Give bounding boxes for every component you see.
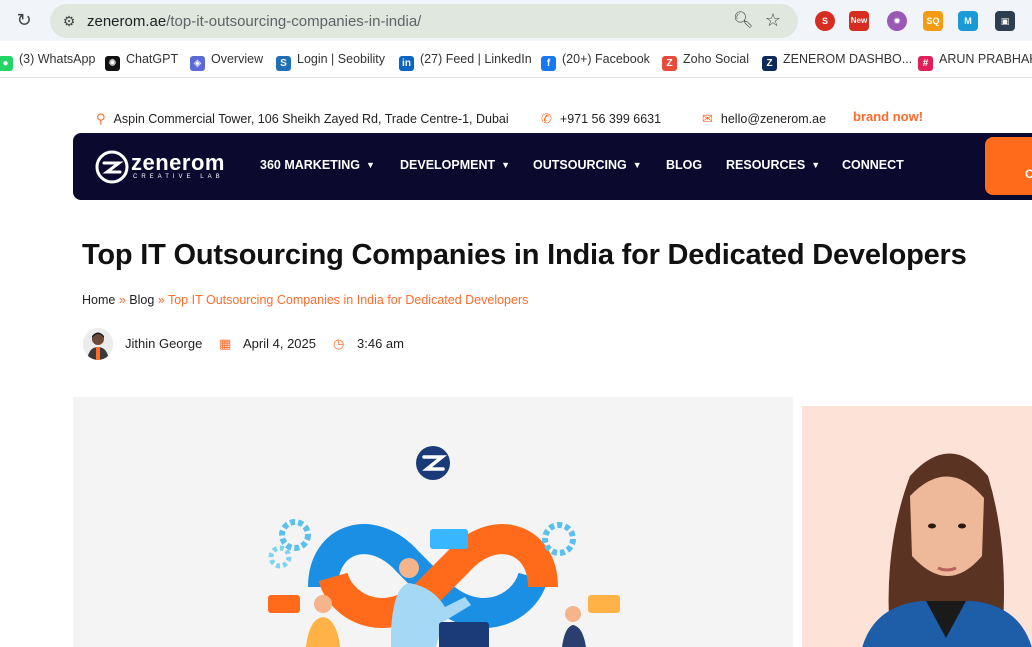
url-path: /top-it-outsourcing-companies-in-india/ <box>166 13 422 30</box>
phone-icon: ✆ <box>541 111 552 126</box>
email-text: hello@zenerom.ae <box>720 112 827 126</box>
breadcrumb-separator: » <box>157 293 165 307</box>
chevron-down-icon: ▼ <box>811 160 821 170</box>
main-navbar: zenerom CREATIVE LAB 360 MARKETING ▼ DEVE… <box>73 133 1032 200</box>
m-extension-icon[interactable]: M <box>958 11 978 31</box>
breadcrumb: Home » Blog » Top IT Outsourcing Compani… <box>82 293 528 307</box>
chatgpt-icon: ✺ <box>105 56 120 71</box>
nav-label: BLOG <box>666 158 703 172</box>
post-date: April 4, 2025 <box>243 336 316 351</box>
bookmark-label: Zoho Social <box>683 52 750 66</box>
web-page: ⚲ Aspin Commercial Tower, 106 Sheikh Zaye… <box>0 78 1032 647</box>
gear-extension-icon[interactable]: ✹ <box>887 11 907 31</box>
bookmark-label: (3) WhatsApp <box>19 52 96 66</box>
author-name[interactable]: Jithin George <box>125 336 202 351</box>
breadcrumb-blog[interactable]: Blog <box>129 293 154 307</box>
page-title: Top IT Outsourcing Companies in India fo… <box>82 239 967 271</box>
email-icon: ✉ <box>702 111 713 126</box>
nav-connect[interactable]: CONNECT <box>842 158 904 172</box>
site-settings-icon[interactable]: ⚙ <box>60 12 78 30</box>
cta-label: C <box>1025 167 1032 181</box>
featured-image <box>73 397 793 647</box>
bookmark-label: Login | Seobility <box>297 52 386 66</box>
email-info[interactable]: ✉ hello@zenerom.ae <box>702 111 826 127</box>
bookmark-label: ChatGPT <box>126 52 179 66</box>
phone-text: +971 56 399 6631 <box>559 112 662 126</box>
zenerom-icon: Z <box>762 56 777 71</box>
nav-label: DEVELOPMENT <box>400 158 496 172</box>
bookmark-item[interactable]: ● (3) WhatsApp <box>0 50 96 71</box>
url-text[interactable]: zenerom.ae/top-it-outsourcing-companies-… <box>87 13 421 30</box>
clock-icon: ◷ <box>333 336 345 351</box>
logo-text[interactable]: zenerom <box>131 150 225 176</box>
url-host: zenerom.ae <box>87 13 167 30</box>
address-bar[interactable]: ⚙ zenerom.ae/top-it-outsourcing-companie… <box>50 4 798 38</box>
sidebar-promo-image <box>802 406 1032 647</box>
phone-info[interactable]: ✆ +971 56 399 6631 <box>541 111 661 127</box>
author-avatar <box>83 328 113 360</box>
nav-360-marketing[interactable]: 360 MARKETING ▼ <box>260 158 375 172</box>
outsourcing-illustration <box>268 446 620 647</box>
breadcrumb-separator: » <box>118 293 126 307</box>
bookmark-label: (20+) Facebook <box>562 52 650 66</box>
bookmark-star-icon[interactable]: ☆ <box>763 10 783 30</box>
nav-blog[interactable]: BLOG <box>666 158 702 172</box>
address-text: Aspin Commercial Tower, 106 Sheikh Zayed… <box>113 112 509 126</box>
zoom-icon[interactable]: 🔍︎ <box>733 11 753 31</box>
calendar-icon: ▦ <box>219 336 232 351</box>
whatsapp-icon: ● <box>0 56 13 71</box>
linkedin-icon: in <box>399 56 414 71</box>
nav-resources[interactable]: RESOURCES ▼ <box>726 158 820 172</box>
nav-label: CONNECT <box>842 158 904 172</box>
new-extension-icon[interactable]: New <box>849 11 869 31</box>
overview-icon: ◈ <box>190 56 205 71</box>
facebook-icon: f <box>541 56 556 71</box>
reload-icon[interactable]: ↻ <box>14 10 34 30</box>
seobility-icon: S <box>276 56 291 71</box>
bookmark-item[interactable]: # ARUN PRABHAKA <box>918 50 1032 71</box>
zenerom-logo-icon[interactable] <box>95 150 129 184</box>
bookmark-item[interactable]: S Login | Seobility <box>276 50 386 71</box>
bookmark-item[interactable]: ✺ ChatGPT <box>105 50 179 71</box>
bookmark-label: (27) Feed | LinkedIn <box>420 52 532 66</box>
breadcrumb-current: Top IT Outsourcing Companies in India fo… <box>167 293 529 307</box>
slack-icon: # <box>918 56 933 71</box>
bookmark-label: ZENEROM DASHBO... <box>783 52 913 66</box>
puzzle-extension-icon[interactable]: ▣ <box>995 11 1015 31</box>
zenerom-logo-icon <box>416 446 450 480</box>
nav-development[interactable]: DEVELOPMENT ▼ <box>400 158 510 172</box>
seoquake-extension-icon[interactable]: SQ <box>923 11 943 31</box>
chevron-down-icon: ▼ <box>632 160 642 170</box>
seo-extension-icon[interactable]: S <box>815 11 835 31</box>
nav-label: RESOURCES <box>726 158 806 172</box>
chevron-down-icon: ▼ <box>501 160 511 170</box>
woman-portrait <box>802 406 1032 647</box>
location-pin-icon: ⚲ <box>96 111 106 126</box>
nav-label: 360 MARKETING <box>260 158 361 172</box>
bookmark-label: Overview <box>211 52 264 66</box>
bookmark-item[interactable]: f (20+) Facebook <box>541 50 650 71</box>
breadcrumb-home[interactable]: Home <box>82 293 115 307</box>
bookmark-item[interactable]: in (27) Feed | LinkedIn <box>399 50 532 71</box>
bookmark-label: ARUN PRABHAKA <box>939 52 1032 66</box>
chevron-down-icon: ▼ <box>366 160 375 170</box>
nav-label: OUTSOURCING <box>533 158 627 172</box>
cta-button[interactable]: C <box>985 137 1032 195</box>
author-avatar-image <box>83 328 113 360</box>
post-time: 3:46 am <box>357 336 404 351</box>
logo-subtitle: CREATIVE LAB <box>133 174 224 180</box>
brand-now-text: brand now! <box>853 109 924 124</box>
bookmark-item[interactable]: ◈ Overview <box>190 50 264 71</box>
nav-outsourcing[interactable]: OUTSOURCING ▼ <box>533 158 642 172</box>
bookmarks-bar: ● (3) WhatsApp ✺ ChatGPT ◈ Overview S Login | S… <box>0 41 1032 78</box>
browser-toolbar: ↻ ⚙ zenerom.ae/top-it-outsourcing-compan… <box>0 0 1032 41</box>
bookmark-item[interactable]: Z ZENEROM DASHBO... <box>762 50 913 71</box>
zoho-icon: Z <box>662 56 677 71</box>
address-info: ⚲ Aspin Commercial Tower, 106 Sheikh Zaye… <box>96 111 509 127</box>
bookmark-item[interactable]: Z Zoho Social <box>662 50 750 71</box>
